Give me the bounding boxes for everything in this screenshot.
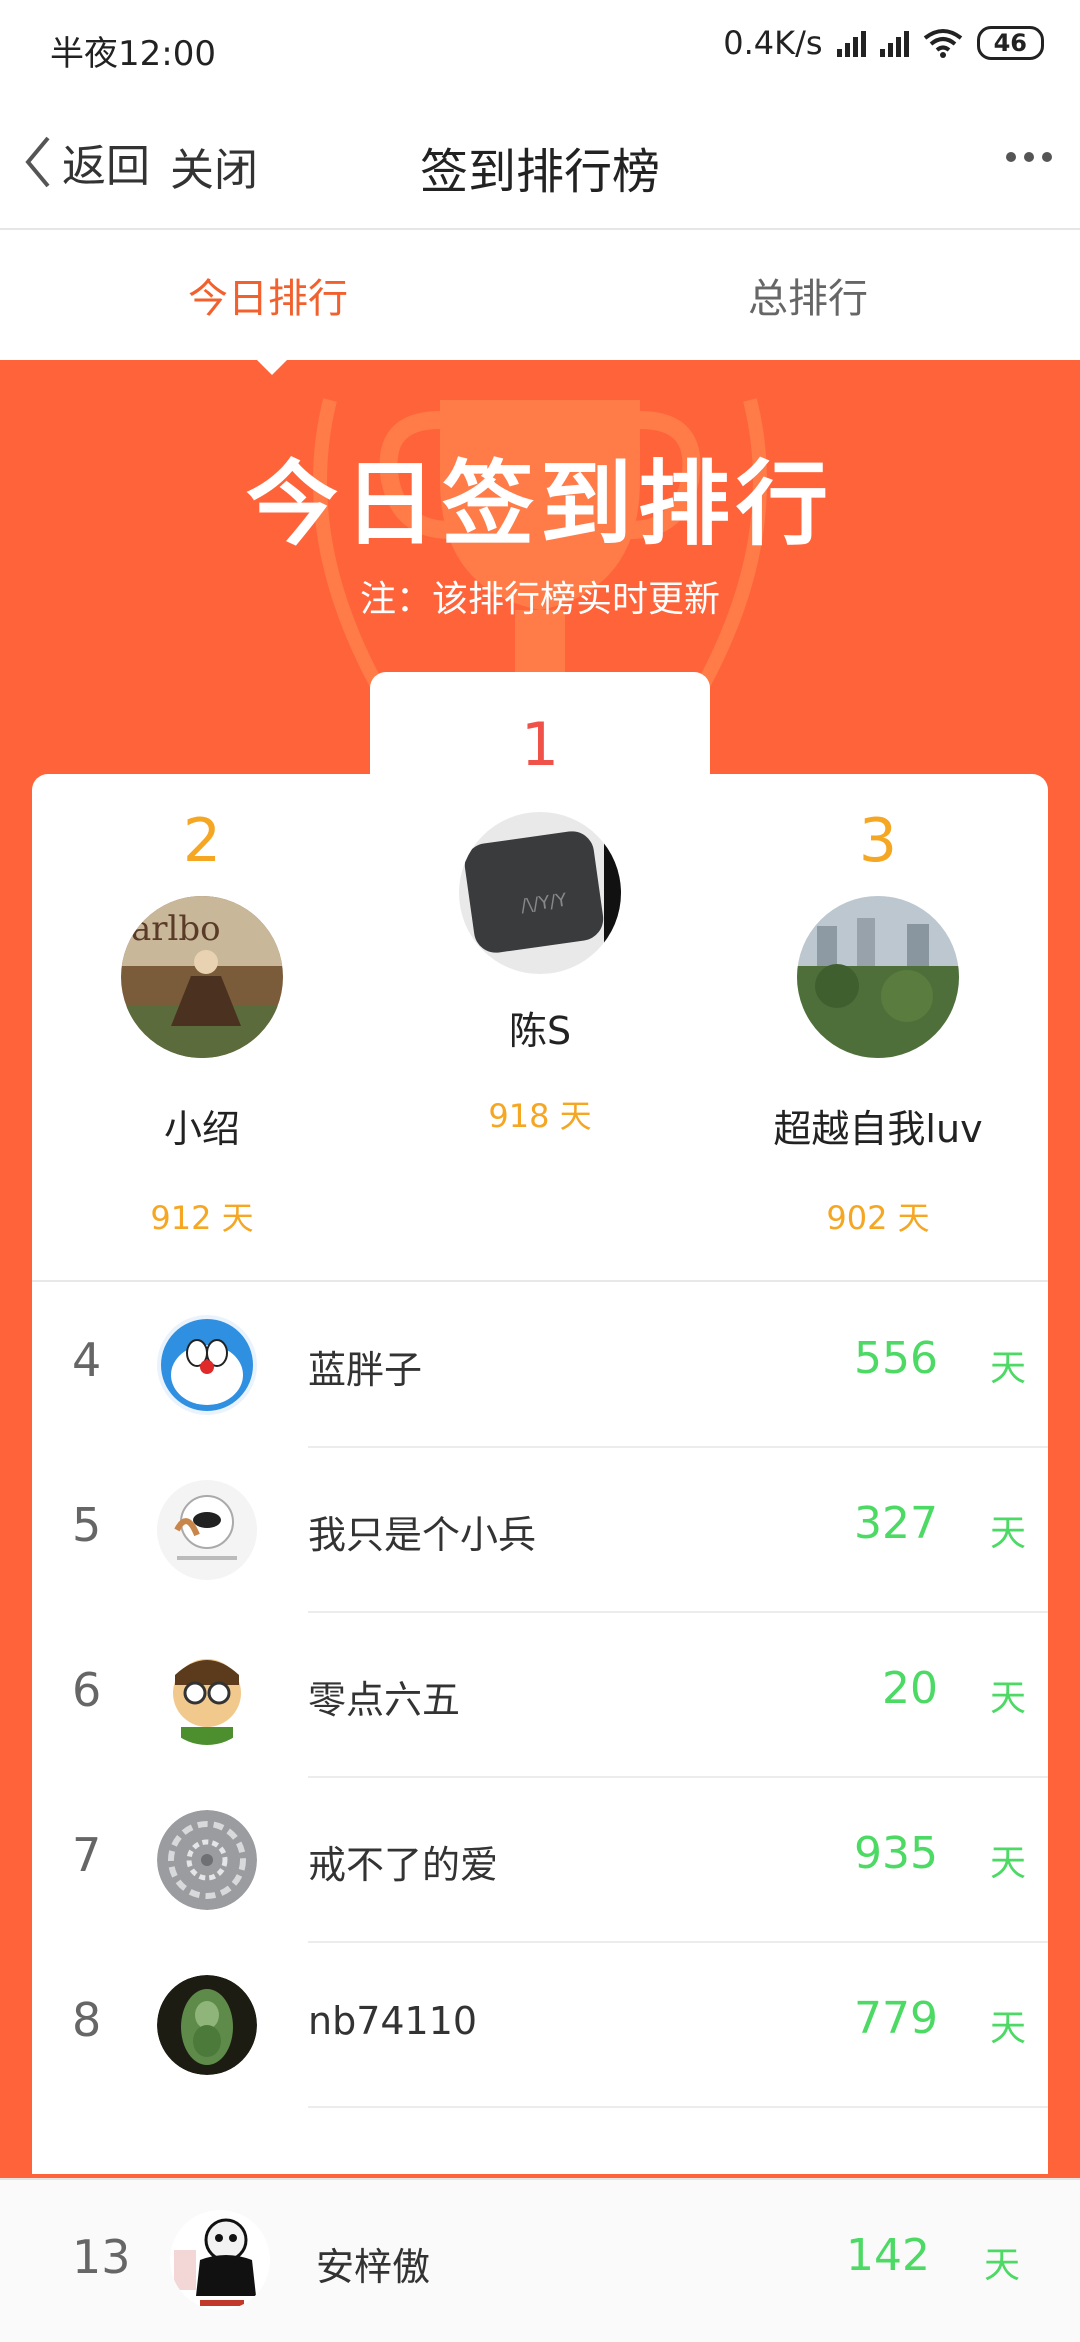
third-place-days: 902 天 [826,1199,930,1237]
rank-number: 4 [72,1333,102,1387]
rank-number: 7 [72,1828,102,1882]
tab-indicator [256,360,288,375]
second-place-days: 912 天 [150,1199,254,1237]
first-place-days: 918 天 [488,1097,592,1135]
row-divider [308,2106,1048,2108]
sign-days: 20 [882,1663,938,1714]
banner-title: 今日签到排行 [245,451,834,558]
sign-days: 556 [854,1333,938,1384]
user-name: 零点六五 [308,1678,461,1722]
avatar [157,1480,257,1580]
status-time: 半夜12:00 [50,34,216,74]
rank-number: 6 [72,1663,102,1717]
battery-icon: 46 [976,26,1044,60]
signal-icon [836,29,866,57]
third-place-rank: 3 [858,806,898,876]
avatar [170,2210,270,2310]
sign-days: 327 [854,1498,938,1549]
avatar [157,1810,257,1910]
network-speed: 0.4K/s [723,24,823,62]
tab-total-ranking[interactable]: 总排行 [748,266,868,324]
days-unit: 天 [983,2245,1020,2286]
first-place-name: 陈S [508,1009,572,1053]
days-unit: 天 [989,2008,1026,2049]
podium-divider [32,1280,1048,1282]
avatar [797,896,959,1058]
signal-icon-2 [879,29,909,57]
user-name: 我只是个小兵 [308,1513,537,1557]
sign-days: 935 [854,1828,938,1879]
days-unit: 天 [989,1843,1026,1884]
days-unit: 天 [989,1513,1026,1554]
first-place-rank: 1 [520,710,560,780]
user-name: 戒不了的爱 [308,1843,499,1887]
rank-number: 5 [72,1498,102,1552]
tab-today-ranking[interactable]: 今日排行 [188,266,348,324]
avatar: arlbo [121,896,283,1058]
days-unit: 天 [989,1348,1026,1389]
third-place-name: 超越自我luv [773,1107,983,1151]
second-place-name: 小绍 [163,1107,240,1151]
page-title: 签到排行榜 [419,144,660,200]
second-place-rank: 2 [182,806,222,876]
avatar [157,1975,257,2075]
user-name: 蓝胖子 [308,1348,423,1392]
my-rank-number: 13 [72,2230,131,2284]
days-unit: 天 [989,1678,1026,1719]
list-item[interactable]: 4 蓝胖子 556 天 [32,1283,1048,1448]
avatar [157,1315,257,1415]
wifi-icon [923,29,962,58]
banner-note: 注：该排行榜实时更新 [359,579,720,620]
tab-bar: 今日排行 总排行 [0,230,1080,360]
avatar: /\/Y/Y [459,812,621,974]
status-bar: 半夜12:00 0.4K/s 46 [0,0,1080,96]
user-name: nb74110 [308,1999,478,2043]
my-rank-bar[interactable]: 13 安梓傲 142 天 [0,2178,1080,2342]
my-sign-days: 142 [846,2230,930,2281]
my-name: 安梓傲 [316,2245,431,2289]
list-item[interactable]: 6 零点六五 20 天 [32,1613,1048,1778]
status-right: 0.4K/s 46 [723,24,1044,62]
list-item[interactable]: 8 nb74110 779 天 [32,1943,1048,2108]
svg-text:arlbo: arlbo [131,909,221,949]
sign-days: 779 [854,1993,938,2044]
more-options-icon[interactable] [1006,152,1052,162]
list-item[interactable]: 7 戒不了的爱 935 天 [32,1778,1048,1943]
rank-number: 8 [72,1993,102,2047]
podium-second[interactable]: 2 arlbo 小绍 912 天 [52,806,352,1239]
avatar [157,1645,257,1745]
nav-bar: 返回 关闭 签到排行榜 [0,96,1080,230]
podium-first[interactable]: /\/Y/Y 陈S 918 天 [390,812,690,1137]
list-item[interactable]: 5 我只是个小兵 327 天 [32,1448,1048,1613]
podium-third[interactable]: 3 超越自我luv 902 天 [728,806,1028,1239]
